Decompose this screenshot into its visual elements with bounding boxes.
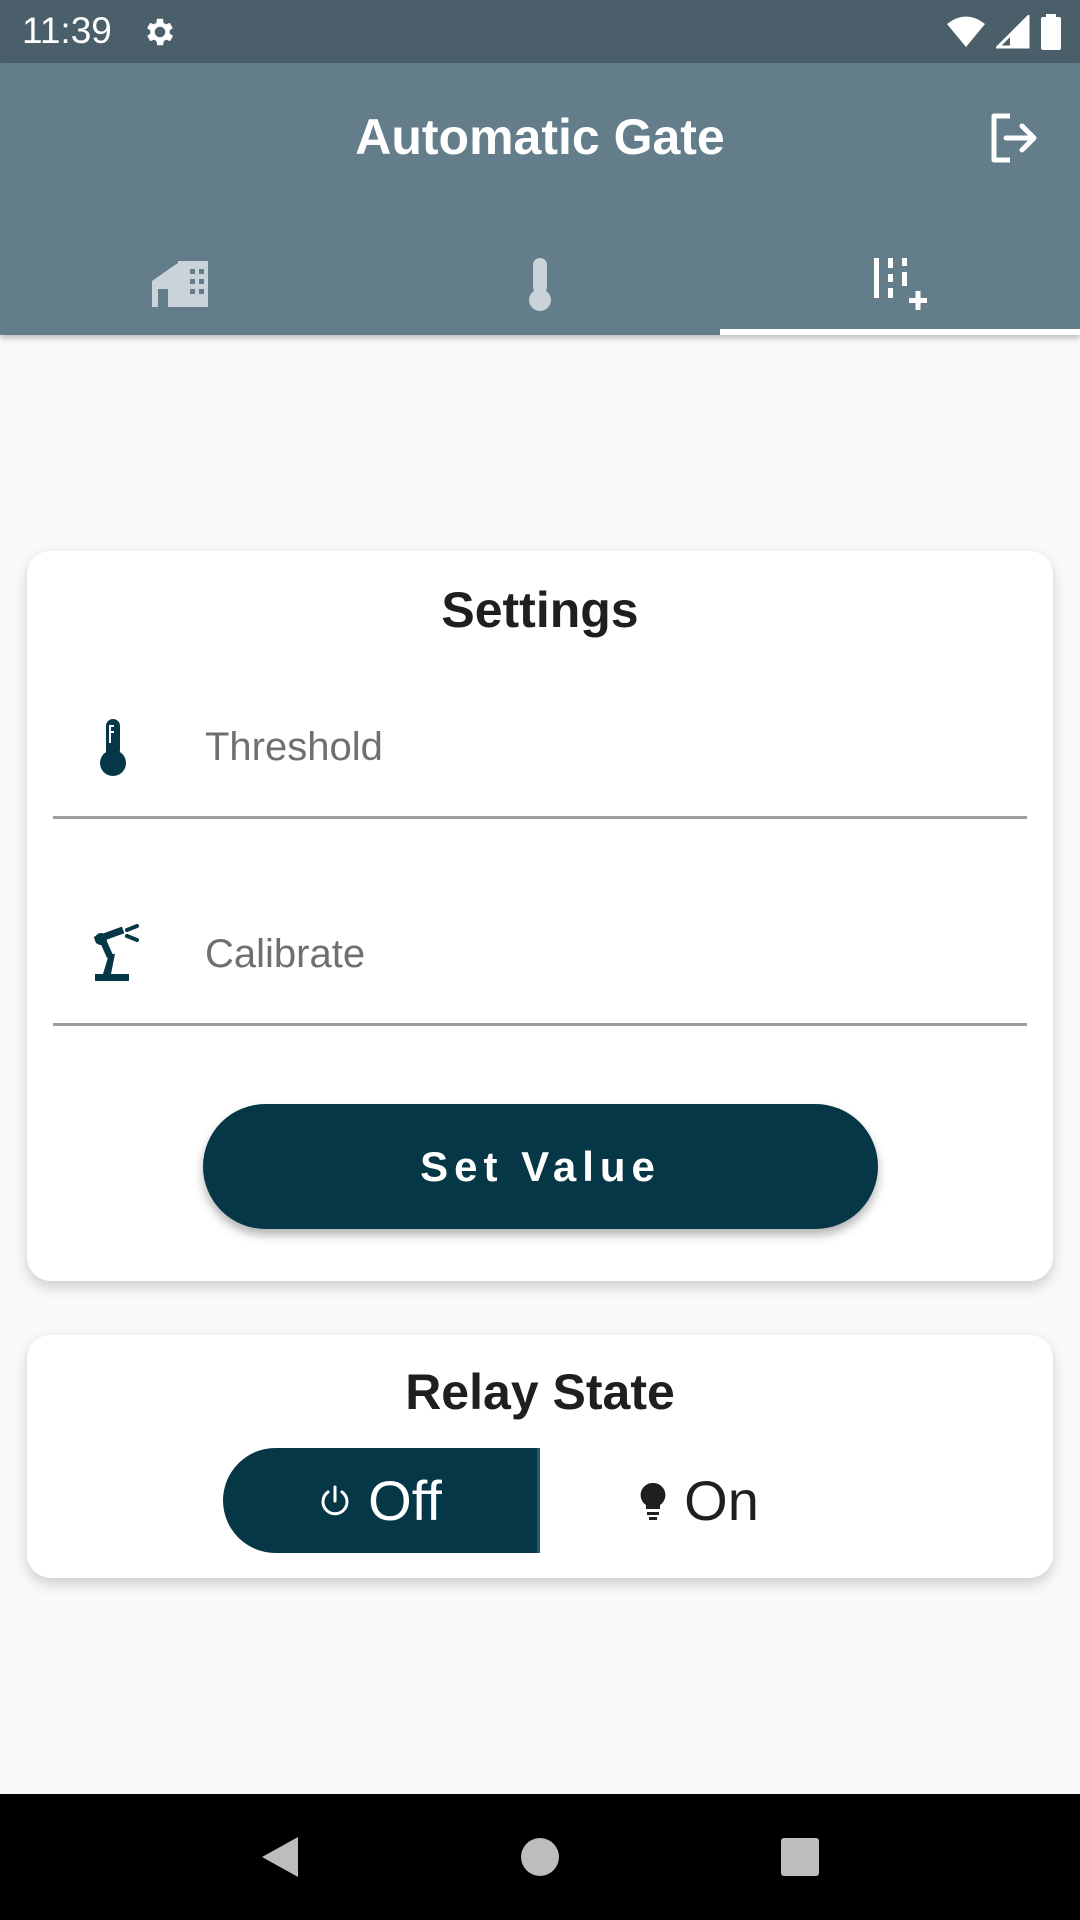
app-screen: 11:39 Automatic Gate Settings Threshold … xyxy=(0,0,1080,1920)
status-bar: 11:39 xyxy=(0,0,1080,63)
relay-card: Relay State Off On xyxy=(27,1335,1053,1578)
calibrate-input[interactable] xyxy=(205,926,985,982)
threshold-field xyxy=(53,679,1027,819)
relay-on-toggle[interactable]: On xyxy=(540,1448,857,1553)
status-time: 11:39 xyxy=(22,10,112,51)
gear-icon xyxy=(147,18,174,46)
tab-bar xyxy=(0,233,1080,335)
home-circle-icon xyxy=(521,1838,559,1876)
app-bar: Automatic Gate xyxy=(0,63,1080,335)
home-button[interactable] xyxy=(510,1827,570,1887)
tab-temperature[interactable] xyxy=(360,233,720,335)
settings-sliders-icon xyxy=(874,258,927,310)
tab-home[interactable] xyxy=(0,233,360,335)
threshold-input[interactable] xyxy=(205,719,985,775)
settings-title: Settings xyxy=(441,582,639,638)
recents-button[interactable] xyxy=(770,1827,830,1887)
thermometer-icon xyxy=(100,719,126,776)
power-icon xyxy=(321,1485,349,1515)
settings-card: Settings Set Value xyxy=(27,551,1053,1281)
wifi-icon xyxy=(947,16,985,47)
relay-title: Relay State xyxy=(405,1364,675,1420)
tab-indicator xyxy=(720,329,1080,335)
page-title: Automatic Gate xyxy=(355,109,725,165)
lightbulb-icon xyxy=(640,1482,666,1520)
calibrate-field xyxy=(53,886,1027,1026)
back-button[interactable] xyxy=(250,1827,310,1887)
logout-icon[interactable] xyxy=(984,108,1044,168)
relay-toggle-group: Off On xyxy=(223,1448,857,1553)
recents-icon xyxy=(781,1838,819,1876)
set-value-button[interactable]: Set Value xyxy=(203,1104,878,1229)
home-icon xyxy=(152,261,208,307)
tab-settings[interactable] xyxy=(720,233,1080,335)
relay-on-label: On xyxy=(684,1469,759,1532)
back-icon xyxy=(262,1837,298,1877)
thermometer-icon xyxy=(529,258,551,311)
status-icons xyxy=(946,12,1062,52)
system-nav-bar xyxy=(0,1794,1080,1920)
robot-arm-icon xyxy=(93,924,139,981)
signal-icon xyxy=(996,15,1030,49)
relay-off-label: Off xyxy=(368,1469,442,1532)
battery-icon xyxy=(1041,14,1061,50)
relay-off-toggle[interactable]: Off xyxy=(223,1448,540,1553)
